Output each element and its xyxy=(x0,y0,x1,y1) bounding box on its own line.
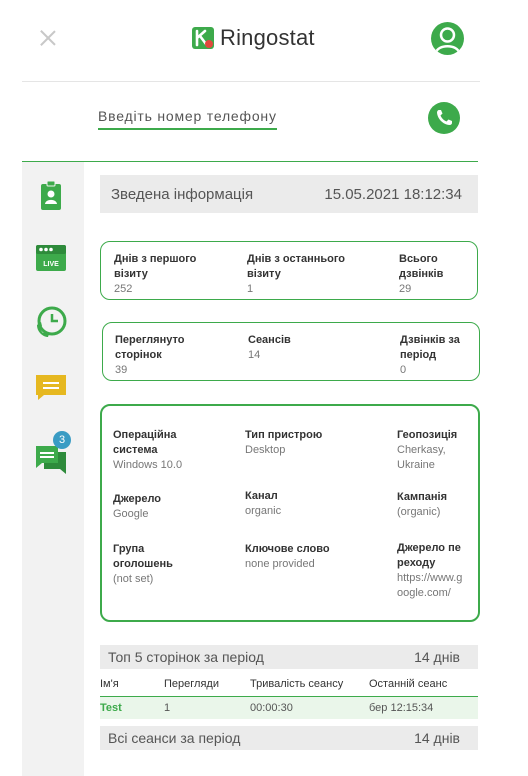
call-history-icon[interactable] xyxy=(34,305,68,339)
contact-card-icon[interactable] xyxy=(34,179,68,213)
header-divider xyxy=(22,81,480,82)
sidebar: LIVE xyxy=(22,162,84,776)
col-name: Ім'я xyxy=(100,678,119,690)
page-last-session: бер 12:15:34 xyxy=(369,702,434,714)
sessions-header: Всі сеанси за період 14 днів xyxy=(100,726,478,750)
col-last-session: Останній сеанс xyxy=(369,678,448,690)
close-icon[interactable] xyxy=(40,30,56,46)
detail-referrer: Джерело переходу https://www.google.com/ xyxy=(397,542,463,599)
detail-channel: Канал organic xyxy=(245,490,282,517)
summary-title: Зведена інформація xyxy=(111,185,254,203)
sessions-title: Всі сеанси за період xyxy=(108,730,241,746)
detail-campaign: Кампанія (organic) xyxy=(397,491,447,518)
phone-input[interactable]: Введіть номер телефону xyxy=(98,108,277,130)
visitor-details-card: Операційна система Windows 10.0 Тип прис… xyxy=(100,404,480,622)
user-avatar-icon[interactable] xyxy=(431,22,464,55)
sessions-period: 14 днів xyxy=(414,730,460,746)
col-duration: Тривалість сеансу xyxy=(250,678,344,690)
stat-total-calls: Всього дзвінків 29 xyxy=(399,253,444,295)
summary-datetime: 15.05.2021 18:12:34 xyxy=(324,185,462,203)
stat-calls-period: Дзвінків за період 0 xyxy=(400,334,460,376)
summary-header: Зведена інформація 15.05.2021 18:12:34 xyxy=(100,175,478,213)
col-views: Перегляди xyxy=(164,678,219,690)
ringostat-logo-icon xyxy=(192,27,214,49)
page-name-link[interactable]: Test xyxy=(100,702,122,714)
table-row[interactable]: Test 1 00:00:30 бер 12:15:34 xyxy=(100,696,478,719)
phone-icon[interactable] xyxy=(428,102,460,134)
live-label: LIVE xyxy=(43,261,59,268)
stat-sessions: Сеансів 14 xyxy=(248,334,291,361)
visits-stats-card: Днів з першого візиту 252 Днів з останнь… xyxy=(100,241,478,300)
detail-device: Тип пристрою Desktop xyxy=(245,429,323,456)
chat-unread-badge: 3 xyxy=(53,431,71,449)
detail-geo: Геопозиція Cherkasy, Ukraine xyxy=(397,429,458,471)
live-icon[interactable]: LIVE xyxy=(34,241,68,275)
logo: Ringostat xyxy=(192,25,315,51)
page-views: 1 xyxy=(164,702,171,714)
stat-last-visit: Днів з останнього візиту 1 xyxy=(247,253,346,295)
section-divider xyxy=(22,161,478,162)
page-duration: 00:00:30 xyxy=(250,702,293,714)
stat-first-visit: Днів з першого візиту 252 xyxy=(114,253,197,295)
pages-stats-card: Переглянуто сторінок 39 Сеансів 14 Дзвін… xyxy=(102,322,480,381)
detail-keyword: Ключове слово none provided xyxy=(245,543,330,570)
top-pages-header: Топ 5 сторінок за період 14 днів xyxy=(100,645,478,669)
detail-ad-group: Група оголошень (not set) xyxy=(113,543,173,585)
message-icon[interactable] xyxy=(34,370,68,404)
top-pages-title: Топ 5 сторінок за період xyxy=(108,649,264,665)
detail-os: Операційна система Windows 10.0 xyxy=(113,429,183,471)
top-pages-period: 14 днів xyxy=(414,649,460,665)
brand-name: Ringostat xyxy=(220,25,315,50)
detail-source: Джерело Google xyxy=(113,493,162,520)
stat-pages-viewed: Переглянуто сторінок 39 xyxy=(115,334,185,376)
